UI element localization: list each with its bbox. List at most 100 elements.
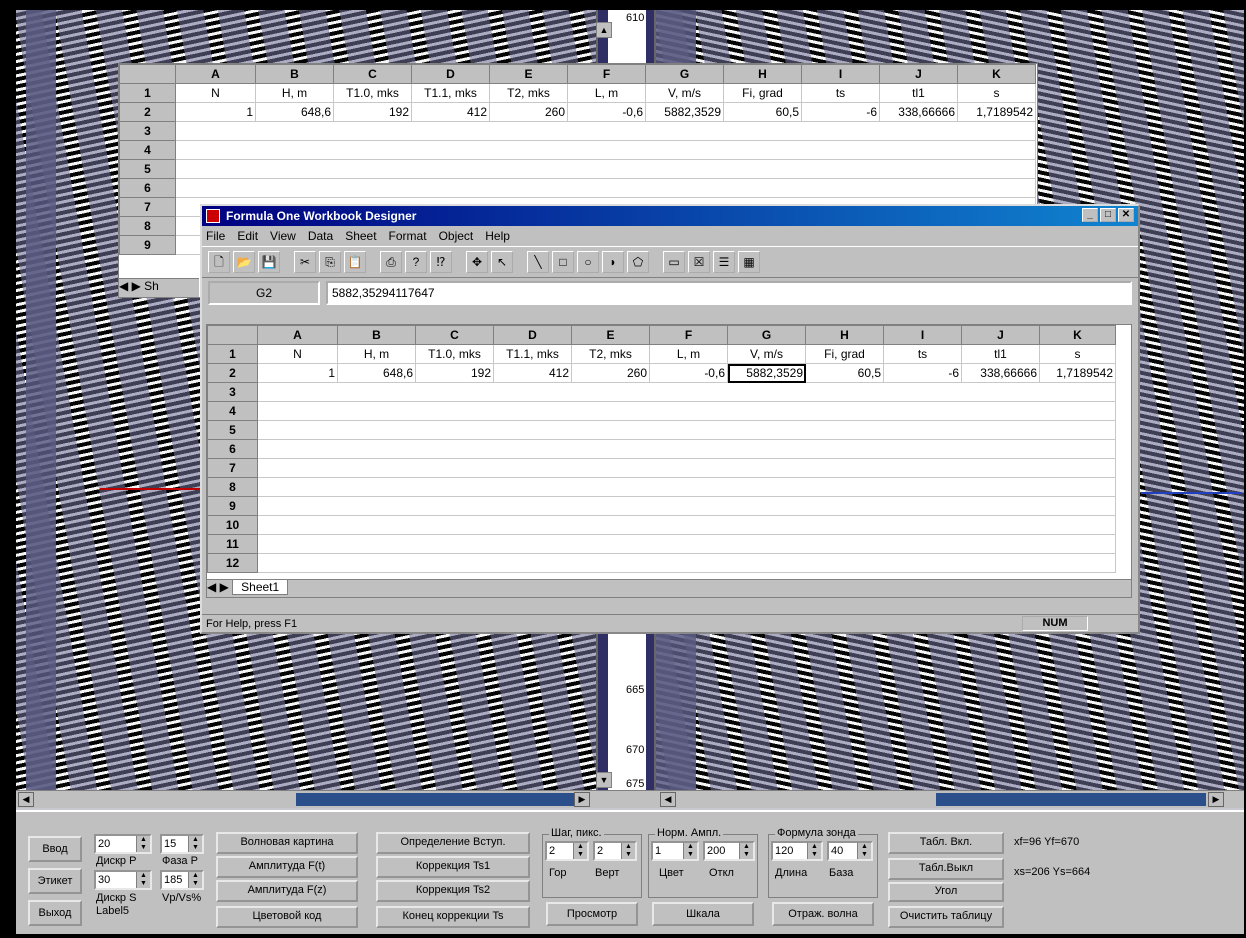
empty-row[interactable] bbox=[257, 534, 1116, 554]
cell[interactable]: -0,6 bbox=[567, 102, 646, 122]
norm-cvet-spinner[interactable]: 1 ▲ ▼ bbox=[651, 841, 699, 861]
cell[interactable]: 412 bbox=[493, 363, 572, 383]
row-header[interactable]: 6 bbox=[119, 178, 176, 198]
column-header[interactable]: C bbox=[333, 64, 412, 84]
line-tool-icon[interactable]: ╲ bbox=[527, 251, 549, 273]
tabl-vkl-button[interactable]: Табл. Вкл. bbox=[888, 832, 1004, 854]
cell[interactable]: 1 bbox=[175, 102, 256, 122]
cell[interactable]: V, m/s bbox=[645, 83, 724, 103]
corner-cell[interactable] bbox=[207, 325, 258, 345]
cell[interactable]: L, m bbox=[649, 344, 728, 364]
cell[interactable]: N bbox=[175, 83, 256, 103]
maximize-button[interactable]: □ bbox=[1100, 208, 1116, 222]
column-header[interactable]: I bbox=[801, 64, 880, 84]
cell[interactable]: 192 bbox=[333, 102, 412, 122]
tab-nav-arrows-icon[interactable]: ◀ ▶ bbox=[207, 580, 229, 594]
tab-nav-arrows-icon[interactable]: ◀ ▶ bbox=[119, 279, 141, 293]
column-header[interactable]: F bbox=[567, 64, 646, 84]
paste-icon[interactable]: 📋 bbox=[344, 251, 366, 273]
empty-row[interactable] bbox=[175, 178, 1036, 198]
empty-row[interactable] bbox=[257, 458, 1116, 478]
column-header[interactable]: B bbox=[337, 325, 416, 345]
row-header[interactable]: 4 bbox=[207, 401, 258, 421]
cell[interactable]: T1.1, mks bbox=[493, 344, 572, 364]
diskr-p-spinner[interactable]: 20 ▲ ▼ bbox=[94, 834, 152, 854]
row-header[interactable]: 4 bbox=[119, 140, 176, 160]
empty-row[interactable] bbox=[257, 515, 1116, 535]
empty-row[interactable] bbox=[175, 159, 1036, 179]
empty-row[interactable] bbox=[175, 140, 1036, 160]
scroll-down-arrow[interactable]: ▼ bbox=[596, 772, 612, 788]
workbook-sheet[interactable]: A B C D E F G H I J K 1 N H, m T1.0, mks bbox=[206, 324, 1132, 598]
spin-arrows-icon[interactable]: ▲ ▼ bbox=[739, 843, 753, 859]
shag-gor-spinner[interactable]: 2 ▲ ▼ bbox=[545, 841, 589, 861]
empty-row[interactable] bbox=[257, 439, 1116, 459]
horizontal-scrollbar[interactable]: ◀ ▶ ◀ ▶ bbox=[16, 790, 1244, 808]
cell[interactable]: L, m bbox=[567, 83, 646, 103]
column-header[interactable]: G bbox=[727, 325, 806, 345]
vyhod-button[interactable]: Выход bbox=[28, 900, 82, 926]
cell[interactable]: N bbox=[257, 344, 338, 364]
scroll-thumb-left[interactable] bbox=[296, 793, 576, 806]
new-file-icon[interactable]: 🗋 bbox=[208, 251, 230, 273]
empty-row[interactable] bbox=[257, 477, 1116, 497]
row-header[interactable]: 8 bbox=[207, 477, 258, 497]
sheet-tab[interactable]: Sheet1 bbox=[232, 579, 289, 595]
close-button[interactable]: ✕ bbox=[1118, 208, 1134, 222]
column-header[interactable]: J bbox=[961, 325, 1040, 345]
cell[interactable]: 60,5 bbox=[805, 363, 884, 383]
cell[interactable]: 1 bbox=[257, 363, 338, 383]
save-icon[interactable]: 💾 bbox=[258, 251, 280, 273]
empty-row[interactable] bbox=[257, 496, 1116, 516]
formula-input[interactable]: 5882,35294117647 bbox=[326, 281, 1132, 305]
cell[interactable]: 1,7189542 bbox=[1039, 363, 1116, 383]
column-header[interactable]: A bbox=[175, 64, 256, 84]
spin-arrows-icon[interactable]: ▲ ▼ bbox=[807, 843, 821, 859]
cell[interactable]: 648,6 bbox=[337, 363, 416, 383]
cell[interactable]: Fi, grad bbox=[723, 83, 802, 103]
scroll-right-arrow[interactable]: ▶ bbox=[574, 792, 590, 807]
row-header[interactable]: 1 bbox=[119, 83, 176, 103]
row-header[interactable]: 9 bbox=[207, 496, 258, 516]
column-header[interactable]: D bbox=[493, 325, 572, 345]
row-header[interactable]: 10 bbox=[207, 515, 258, 535]
row-header[interactable]: 7 bbox=[119, 197, 176, 217]
column-header[interactable]: I bbox=[883, 325, 962, 345]
faza-p-spinner[interactable]: 15 ▲ ▼ bbox=[160, 834, 204, 854]
vp-vs-spinner[interactable]: 185 ▲ ▼ bbox=[160, 870, 204, 890]
row-header[interactable]: 1 bbox=[207, 344, 258, 364]
sheet-tab[interactable]: Sh bbox=[144, 279, 159, 293]
scroll-up-arrow[interactable]: ▲ bbox=[596, 22, 612, 38]
spin-arrows-icon[interactable]: ▲ ▼ bbox=[136, 872, 150, 888]
sheet-tab-bar[interactable]: ◀ ▶ Sheet1 bbox=[207, 579, 1131, 597]
cell[interactable]: 338,66666 bbox=[879, 102, 958, 122]
scroll-left-arrow[interactable]: ◀ bbox=[18, 792, 34, 807]
column-header[interactable]: G bbox=[645, 64, 724, 84]
menu-data[interactable]: Data bbox=[308, 229, 333, 243]
button-tool-icon[interactable]: ▭ bbox=[663, 251, 685, 273]
select-objects-icon[interactable]: ↖ bbox=[491, 251, 513, 273]
row-header[interactable]: 6 bbox=[207, 439, 258, 459]
cell[interactable]: H, m bbox=[255, 83, 334, 103]
context-help-icon[interactable]: ⁉ bbox=[430, 251, 452, 273]
scroll-thumb-right[interactable] bbox=[936, 793, 1206, 806]
amplituda-ft-button[interactable]: Амплитуда F(t) bbox=[216, 856, 358, 878]
menu-file[interactable]: File bbox=[206, 229, 225, 243]
cell[interactable]: 648,6 bbox=[255, 102, 334, 122]
select-cells-icon[interactable]: ✥ bbox=[466, 251, 488, 273]
cell[interactable]: 338,66666 bbox=[961, 363, 1040, 383]
help-icon[interactable]: ? bbox=[405, 251, 427, 273]
empty-row[interactable] bbox=[257, 553, 1116, 573]
row-header[interactable]: 11 bbox=[207, 534, 258, 554]
column-header[interactable]: C bbox=[415, 325, 494, 345]
cell[interactable]: 5882,3529 bbox=[645, 102, 724, 122]
spin-arrows-icon[interactable]: ▲ ▼ bbox=[573, 843, 587, 859]
scroll-right-arrow[interactable]: ▶ bbox=[1208, 792, 1224, 807]
row-header[interactable]: 12 bbox=[207, 553, 258, 573]
corner-cell[interactable] bbox=[119, 64, 176, 84]
dlina-spinner[interactable]: 120 ▲ ▼ bbox=[771, 841, 823, 861]
tabl-vykl-button[interactable]: Табл.Выкл bbox=[888, 858, 1004, 880]
cell[interactable]: T2, mks bbox=[571, 344, 650, 364]
row-header[interactable]: 2 bbox=[119, 102, 176, 122]
column-header[interactable]: B bbox=[255, 64, 334, 84]
